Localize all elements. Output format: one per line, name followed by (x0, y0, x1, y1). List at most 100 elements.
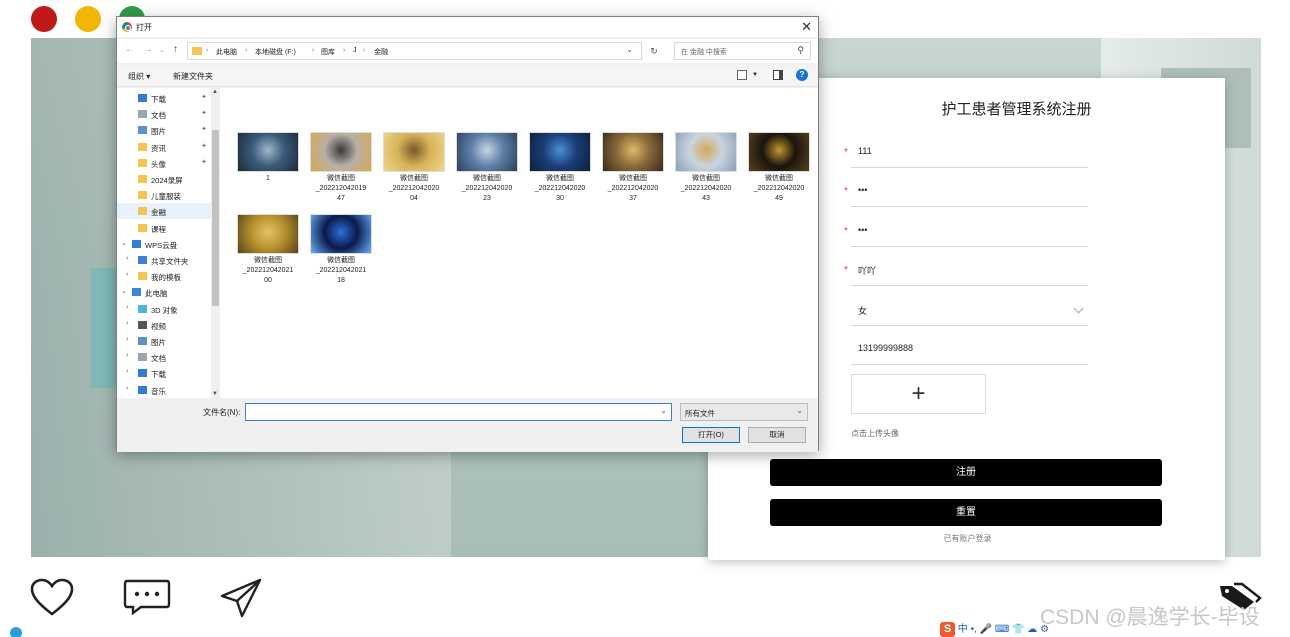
nav-item[interactable]: › 图片 (117, 333, 211, 349)
nav-item[interactable]: 资讯 ✦ (117, 139, 211, 155)
nav-item[interactable]: › 我的模板 (117, 268, 211, 284)
register-button[interactable]: 注册 (770, 459, 1162, 486)
pictures-icon (138, 337, 147, 345)
nav-item[interactable]: ⌄ WPS云盘 (117, 236, 211, 252)
login-link[interactable]: 已有账户登录 (708, 533, 1225, 544)
nav-item[interactable]: › 共享文件夹 (117, 252, 211, 268)
cancel-button[interactable]: 取消 (748, 427, 806, 443)
phone-field[interactable]: 话: 13199999888 (804, 335, 1088, 365)
file-item[interactable]: 微信截图 _202212042019 47 (306, 132, 376, 204)
field-underline (851, 206, 1088, 207)
refresh-icon[interactable]: ↻ (645, 42, 663, 60)
avatar-upload-button[interactable]: + (851, 374, 986, 414)
view-options-icon[interactable] (737, 70, 747, 80)
chevron-right-icon[interactable]: › (126, 368, 128, 375)
password-field[interactable]: * ••• (808, 177, 1088, 207)
nav-item-label: 下载 (151, 370, 166, 380)
search-box[interactable]: 在 金融 中搜索 ⚲ (674, 42, 811, 60)
file-item[interactable]: 微信截图 _202212042021 00 (233, 214, 303, 286)
nav-item[interactable]: 2024录屏 (117, 171, 211, 187)
folder-icon (138, 272, 147, 281)
nav-item-label: 2024录屏 (151, 176, 183, 185)
scroll-thumb[interactable] (212, 130, 219, 306)
chevron-down-icon[interactable]: ⌄ (121, 287, 127, 295)
nav-item[interactable]: › 3D 对象 (117, 301, 211, 317)
comment-icon[interactable] (123, 578, 171, 616)
chevron-right-icon[interactable]: › (126, 271, 128, 278)
nav-item[interactable]: › 文档 (117, 349, 211, 365)
file-item[interactable]: 微信截图 _202212042020 37 (598, 132, 668, 204)
address-bar[interactable]: › 此电脑 › 本地磁盘 (F:) › 图库 › J › 金融 ⌄ (187, 42, 642, 60)
download-icon (138, 94, 147, 102)
back-arrow-icon[interactable]: ← (125, 44, 135, 55)
chevron-down-icon[interactable]: ⌄ (121, 239, 127, 247)
scroll-up-icon[interactable]: ▲ (212, 89, 218, 95)
minimize-dot[interactable] (75, 6, 101, 32)
chevron-right-icon[interactable]: › (126, 255, 128, 262)
ime-mode[interactable]: 中 (958, 624, 968, 635)
breadcrumb-item[interactable]: 本地磁盘 (F:) (255, 47, 296, 57)
close-dot[interactable] (31, 6, 57, 32)
chevron-right-icon[interactable]: › (126, 352, 128, 359)
nav-item[interactable]: 下载 ✦ (117, 90, 211, 106)
chevron-right-icon[interactable]: › (126, 320, 128, 327)
file-name: 微信截图 _202212042020 37 (607, 175, 659, 202)
nav-item[interactable]: › 视频 (117, 317, 211, 333)
chevron-down-icon[interactable]: ⌄ (626, 45, 633, 54)
chevron-right-icon[interactable]: › (126, 385, 128, 392)
nav-item[interactable]: 金融 (117, 203, 211, 220)
scroll-down-icon[interactable]: ▼ (212, 391, 218, 397)
breadcrumb-item[interactable]: 此电脑 (216, 47, 237, 57)
ime-extras[interactable]: •, 🎤 ⌨ 👕 ☁ ⚙ (971, 624, 1049, 635)
breadcrumb-item[interactable]: 图库 (321, 47, 335, 57)
heart-icon[interactable] (30, 578, 74, 618)
chevron-right-icon[interactable]: › (126, 304, 128, 311)
nav-item[interactable]: 头像 ✦ (117, 155, 211, 171)
nav-item[interactable]: › 下载 (117, 365, 211, 381)
preview-pane-icon[interactable] (773, 70, 783, 80)
close-icon[interactable]: ✕ (801, 19, 812, 35)
gender-select[interactable]: 女 (808, 296, 1088, 326)
new-folder-button[interactable]: 新建文件夹 (173, 71, 213, 82)
nav-item[interactable]: 文档 ✦ (117, 106, 211, 122)
nav-item[interactable]: ⌄ 此电脑 (117, 284, 211, 300)
chevron-right-icon[interactable]: › (126, 336, 128, 343)
up-arrow-icon[interactable]: ↑ (173, 44, 178, 55)
file-item[interactable]: 微信截图 _202212042020 49 (744, 132, 814, 204)
confirm-password-field[interactable]: 码: * ••• (804, 217, 1088, 247)
watermark: CSDN @晨逸学长-毕设 (1040, 606, 1260, 629)
file-item[interactable]: 微信截图 _202212042020 43 (671, 132, 741, 204)
file-item[interactable]: 微信截图 _202212042021 18 (306, 214, 376, 286)
nav-item-label: 资讯 (151, 143, 166, 153)
file-item[interactable]: 微信截图 _202212042020 30 (525, 132, 595, 204)
nav-item[interactable]: 课程 (117, 220, 211, 236)
send-icon[interactable] (220, 578, 262, 618)
file-item[interactable]: 1 (233, 132, 303, 184)
username-field[interactable]: 号: * 111 (804, 138, 1088, 168)
open-file-dialog: 打开 ✕ ← → ⌄ ↑ › 此电脑 › 本地磁盘 (F:) › 图库 › J … (116, 16, 819, 452)
ime-toolbar[interactable]: S 中 •, 🎤 ⌨ 👕 ☁ ⚙ (940, 620, 1049, 637)
nav-item[interactable]: 儿童服装 (117, 187, 211, 203)
open-button[interactable]: 打开(O) (682, 427, 740, 443)
organize-menu[interactable]: 组织 ▾ (128, 71, 150, 82)
forward-arrow-icon[interactable]: → (143, 44, 153, 55)
file-item[interactable]: 微信截图 _202212042020 04 (379, 132, 449, 204)
file-item[interactable]: 微信截图 _202212042020 23 (452, 132, 522, 204)
nav-scrollbar[interactable]: ▲ ▼ (211, 88, 220, 398)
folder-icon (138, 158, 147, 167)
required-mark: * (844, 147, 848, 158)
name-field[interactable]: 名: * 吖吖 (804, 256, 1088, 286)
help-icon[interactable]: ? (796, 69, 808, 81)
address-row: ← → ⌄ ↑ › 此电脑 › 本地磁盘 (F:) › 图库 › J › 金融 … (117, 39, 818, 63)
filetype-select[interactable]: 所有文件 ⌄ (680, 403, 808, 421)
nav-item[interactable]: 图片 ✦ (117, 122, 211, 138)
view-dropdown-icon[interactable]: ▼ (752, 72, 758, 78)
nav-item[interactable]: › 音乐 (117, 382, 211, 398)
reset-button[interactable]: 重置 (770, 499, 1162, 526)
recent-dropdown-icon[interactable]: ⌄ (159, 46, 165, 54)
breadcrumb-item[interactable]: 金融 (374, 47, 388, 57)
chevron-down-icon[interactable]: ⌄ (660, 406, 667, 415)
nav-item-label: 音乐 (151, 386, 166, 396)
breadcrumb-item[interactable]: J (353, 47, 357, 54)
filename-input[interactable]: ⌄ (245, 403, 672, 421)
